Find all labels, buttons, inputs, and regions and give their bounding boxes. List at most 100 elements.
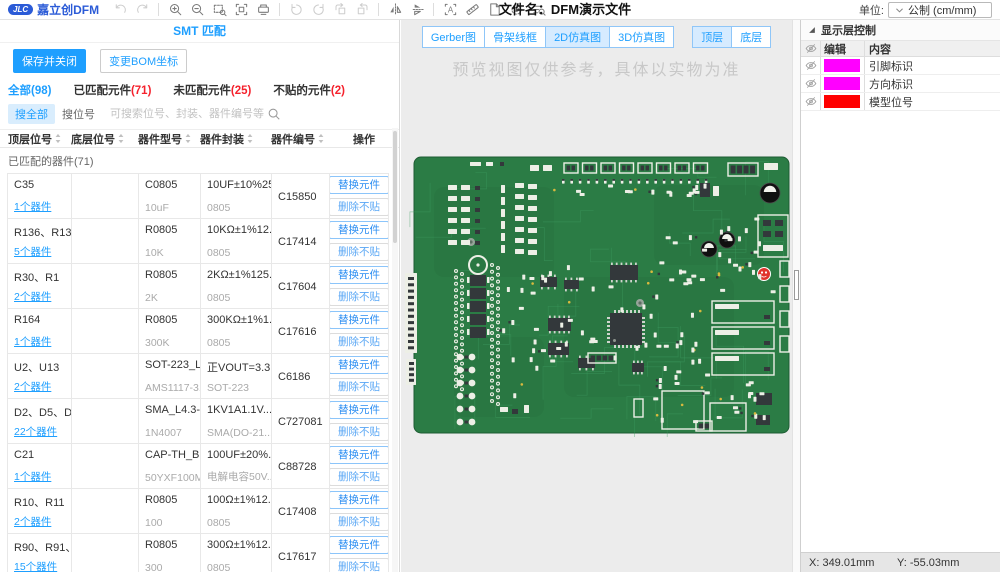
sort-icon[interactable] — [117, 133, 125, 144]
table-row: R10、R112个器件R0805100100Ω±1%12...0805C1740… — [8, 489, 388, 534]
model: C0805 — [145, 179, 200, 191]
zoom-out-icon[interactable] — [188, 2, 206, 18]
model: SMA_L4.3-... — [145, 404, 200, 416]
model-sub: 300 — [145, 562, 200, 572]
view-toolbar: Gerber图 骨架线框 2D仿真图 3D仿真图 顶层 底层 — [401, 26, 792, 48]
top-layer-button[interactable]: 顶层 — [692, 26, 732, 48]
model-sub: 10K — [145, 247, 200, 259]
group-label: 已匹配的器件(71) — [0, 148, 399, 173]
sort-icon[interactable] — [184, 133, 192, 144]
bottom-ref — [72, 354, 139, 398]
rotate-right-icon[interactable] — [309, 2, 327, 18]
left-panel-scrollbar[interactable] — [392, 128, 398, 572]
rotate-cw-90-icon[interactable] — [353, 2, 371, 18]
delete-nopaste-button[interactable]: 删除不贴 — [330, 468, 388, 486]
pcb-preview[interactable] — [403, 155, 792, 437]
3d-sim-view-button[interactable]: 3D仿真图 — [609, 26, 674, 48]
board-view-icon[interactable] — [254, 2, 272, 18]
package: 正VOUT=3.3... — [207, 359, 271, 375]
package: 300KΩ±1%1... — [207, 314, 271, 326]
flip-vertical-icon[interactable] — [408, 2, 426, 18]
svg-text:A: A — [447, 5, 453, 14]
component-count-link[interactable]: 15个器件 — [14, 559, 71, 572]
tab-matched[interactable]: 已匹配元件(71) — [73, 82, 151, 98]
tab-all[interactable]: 全部(98) — [8, 82, 51, 98]
search-scope-all[interactable]: 搜全部 — [8, 104, 55, 124]
layer-color-swatch[interactable] — [824, 77, 860, 90]
change-bom-button[interactable]: 变更BOM坐标 — [100, 49, 187, 73]
replace-part-button[interactable]: 替换元件 — [330, 221, 388, 239]
redo-icon[interactable] — [133, 2, 151, 18]
undo-icon[interactable] — [111, 2, 129, 18]
replace-part-button[interactable]: 替换元件 — [330, 401, 388, 419]
component-count-link[interactable]: 1个器件 — [14, 199, 71, 214]
replace-part-button[interactable]: 替换元件 — [330, 311, 388, 329]
part-number: C17408 — [278, 506, 329, 518]
fit-view-icon[interactable] — [232, 2, 250, 18]
component-count-link[interactable]: 2个器件 — [14, 289, 71, 304]
display-layer-control-header[interactable]: 显示层控制 — [801, 20, 1000, 41]
delete-nopaste-button[interactable]: 删除不贴 — [330, 378, 388, 396]
top-ref: D2、D5、D... — [14, 404, 71, 420]
scrollbar-thumb[interactable] — [393, 131, 397, 243]
pcb-canvas[interactable]: Gerber图 骨架线框 2D仿真图 3D仿真图 顶层 底层 预览视图仅供参考，… — [401, 20, 792, 572]
search-scope-ref[interactable]: 搜位号 — [55, 104, 102, 124]
wireframe-view-button[interactable]: 骨架线框 — [484, 26, 546, 48]
sort-icon[interactable] — [246, 133, 254, 144]
sort-icon[interactable] — [317, 133, 325, 144]
table-row: R1641个器件R0805300K300KΩ±1%1...0805C17616替… — [8, 309, 388, 354]
model: SOT-223_L6... — [145, 359, 200, 371]
component-count-link[interactable]: 1个器件 — [14, 469, 71, 484]
package-sub: 0805 — [207, 337, 271, 349]
save-close-button[interactable]: 保存并关闭 — [13, 49, 86, 73]
scrollbar-thumb[interactable] — [794, 270, 799, 300]
tab-no-paste[interactable]: 不贴的元件(2) — [273, 82, 345, 98]
search-input[interactable] — [110, 108, 265, 120]
delete-nopaste-button[interactable]: 删除不贴 — [330, 243, 388, 261]
component-count-link[interactable]: 2个器件 — [14, 514, 71, 529]
layer-visibility-toggle[interactable] — [801, 57, 821, 74]
delete-nopaste-button[interactable]: 删除不贴 — [330, 513, 388, 531]
unit-select[interactable]: 公制 (cm/mm) — [888, 2, 992, 18]
collapse-icon — [807, 25, 817, 35]
package: 10KΩ±1%12... — [207, 224, 271, 236]
replace-part-button[interactable]: 替换元件 — [330, 446, 388, 464]
component-count-link[interactable]: 5个器件 — [14, 244, 71, 259]
layer-visibility-toggle[interactable] — [801, 75, 821, 92]
gerber-view-button[interactable]: Gerber图 — [422, 26, 485, 48]
component-count-link[interactable]: 2个器件 — [14, 379, 71, 394]
tab-unmatched[interactable]: 未匹配元件(25) — [173, 82, 251, 98]
delete-nopaste-button[interactable]: 删除不贴 — [330, 198, 388, 216]
zoom-in-icon[interactable] — [166, 2, 184, 18]
2d-sim-view-button[interactable]: 2D仿真图 — [545, 26, 610, 48]
model: R0805 — [145, 269, 200, 281]
toolbar-separator — [378, 3, 379, 16]
rotate-left-icon[interactable] — [287, 2, 305, 18]
bottom-layer-button[interactable]: 底层 — [731, 26, 771, 48]
component-count-link[interactable]: 22个器件 — [14, 424, 71, 439]
delete-nopaste-button[interactable]: 删除不贴 — [330, 333, 388, 351]
toolbar-separator — [279, 3, 280, 16]
delete-nopaste-button[interactable]: 删除不贴 — [330, 288, 388, 306]
unit-value: 公制 (cm/mm) — [908, 2, 976, 18]
component-count-link[interactable]: 1个器件 — [14, 334, 71, 349]
eye-off-icon — [805, 60, 817, 71]
replace-part-button[interactable]: 替换元件 — [330, 491, 388, 509]
delete-nopaste-button[interactable]: 删除不贴 — [330, 558, 388, 572]
layer-color-swatch[interactable] — [824, 95, 860, 108]
replace-part-button[interactable]: 替换元件 — [330, 536, 388, 554]
flip-horizontal-icon[interactable] — [386, 2, 404, 18]
replace-part-button[interactable]: 替换元件 — [330, 356, 388, 374]
replace-part-button[interactable]: 替换元件 — [330, 176, 388, 194]
rotate-ccw-90-icon[interactable] — [331, 2, 349, 18]
model: R0805 — [145, 494, 200, 506]
marquee-zoom-icon[interactable] — [210, 2, 228, 18]
sort-icon[interactable] — [54, 133, 62, 144]
replace-part-button[interactable]: 替换元件 — [330, 266, 388, 284]
delete-nopaste-button[interactable]: 删除不贴 — [330, 423, 388, 441]
layer-color-swatch[interactable] — [824, 59, 860, 72]
toolbar-separator — [433, 3, 434, 16]
canvas-scrollbar[interactable] — [792, 20, 800, 572]
layer-visibility-toggle[interactable] — [801, 93, 821, 110]
search-icon[interactable] — [267, 107, 281, 121]
